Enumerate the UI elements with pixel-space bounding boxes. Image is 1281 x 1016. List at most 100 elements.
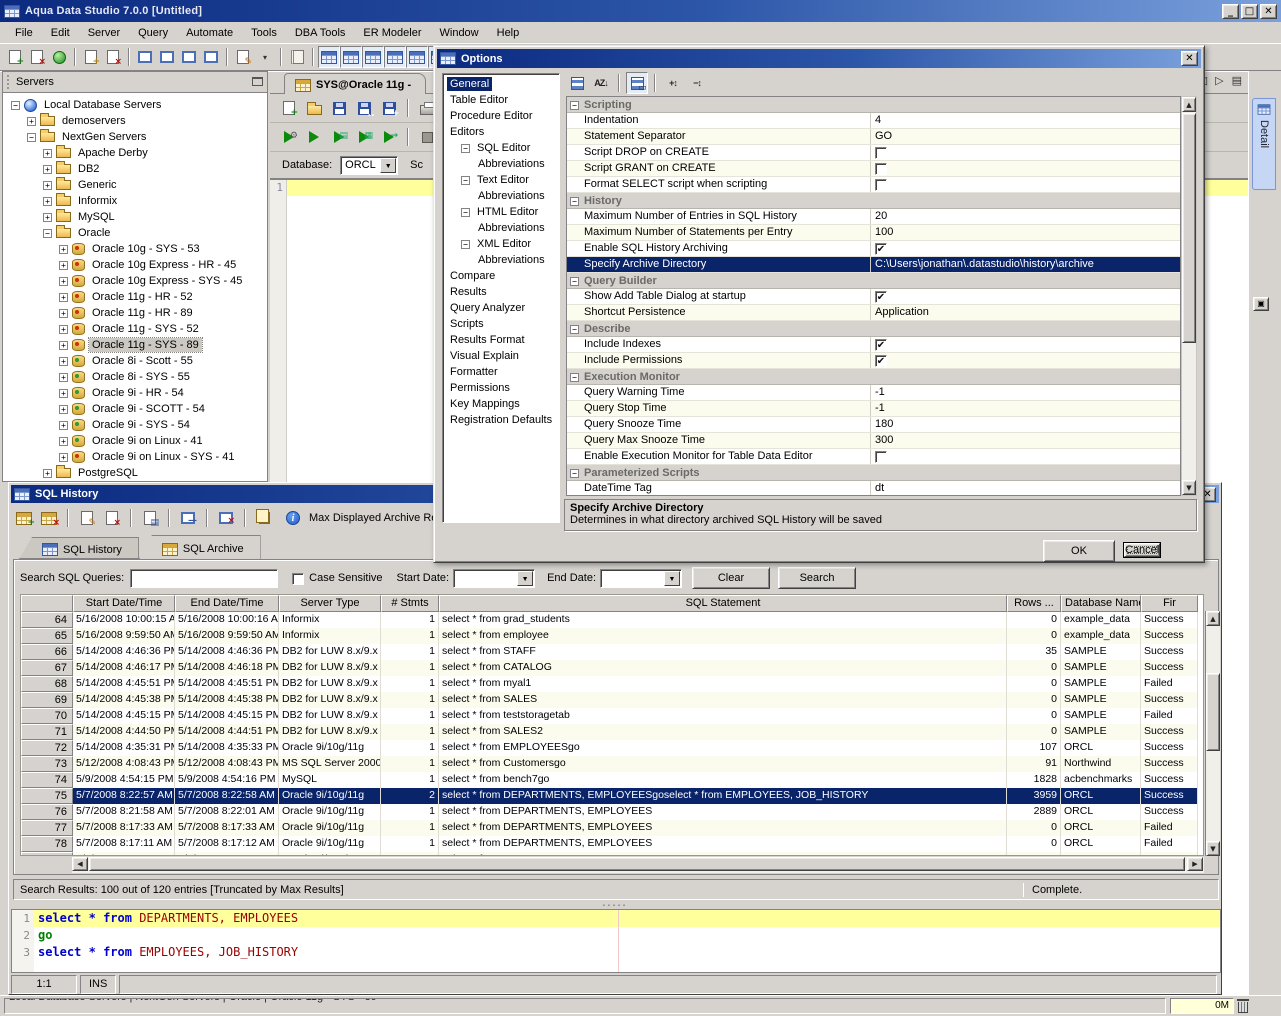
ok-button[interactable]: OK [1043, 540, 1115, 562]
table-row[interactable]: 77 5/7/2008 8:17:33 AM 5/7/2008 8:17:33 AM… [21, 820, 1203, 836]
run-export-icon[interactable]: → [378, 126, 400, 148]
menu-dba-tools[interactable]: DBA Tools [286, 24, 355, 42]
setting-row[interactable]: Script GRANT on CREATE [567, 161, 1180, 177]
tree-item-oracle-10g-express-sys-45[interactable]: + Oracle 10g Express - SYS - 45 [3, 273, 267, 289]
expand-icon[interactable]: + [59, 276, 68, 286]
setting-value[interactable]: ✔ [871, 241, 1180, 256]
tree-item-oracle-11g-sys-89[interactable]: + Oracle 11g - SYS - 89 [3, 337, 267, 353]
setting-row[interactable]: Script DROP on CREATE [567, 145, 1180, 161]
tree-item-db2[interactable]: + DB2 [3, 161, 267, 177]
table-row[interactable]: 65 5/16/2008 9:59:50 AM 5/16/2008 9:59:50 … [21, 628, 1203, 644]
options-tree-scripts[interactable]: Scripts [443, 316, 559, 332]
checkbox-unchecked[interactable] [875, 163, 887, 175]
options-tree-results[interactable]: Results [443, 284, 559, 300]
tree-item-apache-derby[interactable]: + Apache Derby [3, 145, 267, 161]
detail-dock-tab[interactable]: Detail [1252, 98, 1276, 190]
tab-sql-history[interactable]: SQL History [19, 537, 139, 559]
minimize-button[interactable]: _ [1222, 3, 1239, 19]
table-row[interactable]: 70 5/14/2008 4:45:15 PM 5/14/2008 4:45:15 … [21, 708, 1203, 724]
scroll-down-icon[interactable]: ▼ [1206, 841, 1220, 856]
database-select[interactable]: ORCL ▼ [340, 155, 399, 175]
setting-row[interactable]: Query Stop Time -1 [567, 401, 1180, 417]
close-button[interactable]: ✕ [1260, 3, 1277, 19]
notebook-icon[interactable] [286, 46, 308, 68]
table-row[interactable]: 78 5/7/2008 8:17:11 AM 5/7/2008 8:17:12 AM… [21, 836, 1203, 852]
menu-query[interactable]: Query [129, 24, 177, 42]
maximize-button[interactable]: □ [1241, 3, 1258, 19]
table-4-icon[interactable] [384, 46, 406, 68]
collapse-icon[interactable]: − [570, 276, 579, 286]
checkbox-checked[interactable]: ✔ [875, 339, 887, 351]
table-row[interactable]: 67 5/14/2008 4:46:17 PM 5/14/2008 4:46:18 … [21, 660, 1203, 676]
setting-value[interactable]: C:\Users\jonathan\.datastudio\history\ar… [871, 257, 1180, 272]
collapse-icon[interactable]: − [27, 132, 36, 142]
scrollbar-thumb[interactable] [1182, 113, 1196, 343]
setting-value[interactable] [871, 449, 1180, 464]
setting-value[interactable]: dt [871, 481, 1180, 495]
run-icon[interactable] [303, 126, 325, 148]
menu-file[interactable]: File [6, 24, 42, 42]
menu-window[interactable]: Window [431, 24, 488, 42]
table-row[interactable]: 73 5/12/2008 4:08:43 PM 5/12/2008 4:08:43 … [21, 756, 1203, 772]
expand-icon[interactable]: + [59, 308, 68, 318]
trash-icon[interactable] [1237, 999, 1249, 1013]
options-tree-sql-editor[interactable]: − SQL Editor [443, 140, 559, 156]
float-panel-icon[interactable] [252, 76, 263, 86]
collapse-icon[interactable]: − [11, 100, 20, 110]
desc-view-icon[interactable]: ▭ [626, 72, 648, 94]
server-plus-icon[interactable]: + [80, 46, 102, 68]
table-row[interactable]: 76 5/7/2008 8:21:58 AM 5/7/2008 8:22:01 AM… [21, 804, 1203, 820]
tree-item-local-database-servers[interactable]: − Local Database Servers [3, 97, 267, 113]
column-header-sql-statement[interactable]: SQL Statement [439, 595, 1007, 612]
table-row[interactable]: 72 5/14/2008 4:35:31 PM 5/14/2008 4:35:33 … [21, 740, 1203, 756]
checkbox-checked[interactable]: ✔ [875, 243, 887, 255]
copy-archive-icon[interactable] [253, 507, 275, 529]
doc-plus-icon[interactable]: + [4, 46, 26, 68]
menu-tools[interactable]: Tools [242, 24, 286, 42]
server-x-icon[interactable]: × [102, 46, 124, 68]
options-tree-formatter[interactable]: Formatter [443, 364, 559, 380]
scrollbar-thumb[interactable] [1206, 673, 1220, 751]
frame-3-icon[interactable] [178, 46, 200, 68]
setting-row[interactable]: Enable SQL History Archiving ✔ [567, 241, 1180, 257]
menu-server[interactable]: Server [79, 24, 129, 42]
green-orb-icon[interactable] [48, 46, 70, 68]
tree-item-nextgen-servers[interactable]: − NextGen Servers [3, 129, 267, 145]
options-close-icon[interactable]: ✕ [1181, 51, 1198, 66]
expand-icon[interactable]: + [43, 180, 52, 190]
column-header--stmts[interactable]: # Stmts [381, 595, 439, 612]
options-tree-xml-editor[interactable]: − XML Editor [443, 236, 559, 252]
scroll-down-icon[interactable]: ▼ [1182, 480, 1196, 495]
table-add-icon[interactable]: + [13, 507, 35, 529]
expand-icon[interactable]: + [43, 148, 52, 158]
setting-value[interactable]: 100 [871, 225, 1180, 240]
expand-icon[interactable]: + [59, 436, 68, 446]
expand-icon[interactable]: + [59, 260, 68, 270]
run-auto-icon[interactable]: ⚙ [278, 126, 300, 148]
expand-icon[interactable]: + [59, 324, 68, 334]
folder-open-icon[interactable] [303, 97, 325, 119]
setting-row[interactable]: DateTime Tag dt [567, 481, 1180, 495]
tree-item-oracle-10g-express-hr-45[interactable]: + Oracle 10g Express - HR - 45 [3, 257, 267, 273]
restore-panel-icon[interactable]: ▣ [1253, 297, 1269, 311]
arrow-down-icon[interactable]: ▾ [254, 46, 276, 68]
options-tree-text-editor[interactable]: − Text Editor [443, 172, 559, 188]
column-header-server-type[interactable]: Server Type [279, 595, 381, 612]
options-tree-abbreviations[interactable]: Abbreviations [443, 188, 559, 204]
end-date-select[interactable]: ▼ [600, 568, 683, 588]
setting-value[interactable] [871, 177, 1180, 192]
options-tree-abbreviations[interactable]: Abbreviations [443, 252, 559, 268]
tree-item-oracle-9i-hr-54[interactable]: + Oracle 9i - HR - 54 [3, 385, 267, 401]
options-tree-editors[interactable]: Editors [443, 124, 559, 140]
setting-row[interactable]: Indentation 4 [567, 113, 1180, 129]
scroll-up-icon[interactable]: ▲ [1206, 611, 1220, 626]
expand-icon[interactable]: + [59, 340, 68, 350]
tree-item-oracle-9i-on-linux-sys-41[interactable]: + Oracle 9i on Linux - SYS - 41 [3, 449, 267, 465]
table-horizontal-scrollbar[interactable]: ◀ ▶ [72, 857, 1204, 873]
cancel-button[interactable]: Cancel [1122, 542, 1162, 558]
table-vertical-scrollbar[interactable]: ▲ ▼ [1205, 611, 1220, 856]
search-button[interactable]: Search [778, 567, 857, 589]
collapse-icon[interactable]: − [461, 239, 470, 249]
tree-item-demoservers[interactable]: + demoservers [3, 113, 267, 129]
setting-value[interactable]: 4 [871, 113, 1180, 128]
